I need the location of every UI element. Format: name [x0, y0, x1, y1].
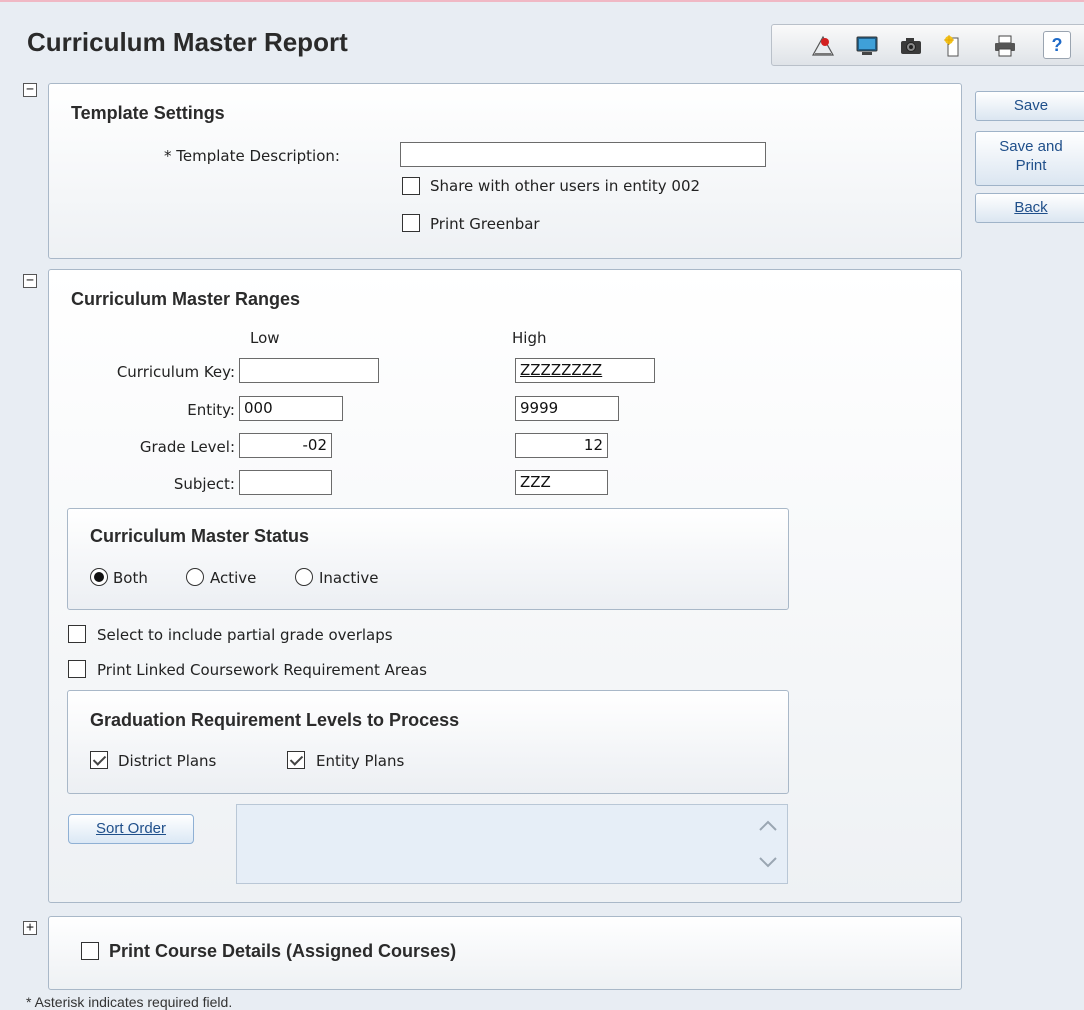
print-greenbar-label: Print Greenbar — [430, 215, 540, 233]
sort-order-list[interactable] — [236, 804, 788, 884]
template-settings-panel: Template Settings * Template Description… — [48, 83, 962, 259]
collapse-template-settings-toggle[interactable]: − — [23, 83, 37, 97]
back-button[interactable]: Back — [975, 193, 1084, 223]
share-with-users-checkbox[interactable] — [402, 177, 420, 195]
toolbar: ? — [771, 24, 1084, 66]
status-both-radio[interactable] — [90, 568, 108, 586]
partial-grade-overlaps-label: Select to include partial grade overlaps — [97, 626, 393, 644]
course-details-panel: Print Course Details (Assigned Courses) — [48, 916, 962, 990]
low-header: Low — [250, 329, 280, 347]
share-with-users-label: Share with other users in entity 002 — [430, 177, 701, 195]
subject-high-field[interactable]: ZZZ — [515, 470, 608, 495]
help-icon[interactable]: ? — [1043, 31, 1071, 59]
graduation-levels-group: Graduation Requirement Levels to Process… — [67, 690, 789, 794]
page-title: Curriculum Master Report — [27, 27, 348, 57]
camera-icon[interactable] — [898, 33, 924, 59]
top-accent-line — [0, 0, 1084, 2]
status-inactive-label: Inactive — [319, 569, 379, 587]
linked-coursework-areas-checkbox[interactable] — [68, 660, 86, 678]
entity-high-field[interactable]: 9999 — [515, 396, 619, 421]
save-and-print-line1: Save and — [999, 138, 1063, 155]
print-course-details-checkbox[interactable] — [81, 942, 99, 960]
collapse-ranges-toggle[interactable]: − — [23, 274, 37, 288]
template-description-field[interactable] — [400, 142, 766, 167]
printer-icon[interactable] — [992, 33, 1018, 59]
status-title: Curriculum Master Status — [90, 526, 310, 546]
partial-grade-overlaps-checkbox[interactable] — [68, 625, 86, 643]
entity-low-field[interactable]: 000 — [239, 396, 343, 421]
expand-course-details-toggle[interactable]: + — [23, 921, 37, 935]
template-description-label: * Template Description: — [164, 147, 340, 165]
curriculum-key-high-field[interactable]: ZZZZZZZZ — [515, 358, 655, 383]
report-viewer-icon[interactable] — [810, 33, 836, 59]
status-both-label: Both — [113, 569, 148, 587]
district-plans-checkbox[interactable] — [90, 751, 108, 769]
print-course-details-label: Print Course Details (Assigned Courses) — [109, 941, 457, 961]
subject-low-field[interactable] — [239, 470, 332, 495]
graduation-title: Graduation Requirement Levels to Process — [90, 710, 460, 730]
monitor-icon[interactable] — [854, 33, 880, 59]
scroll-down-icon[interactable] — [757, 853, 779, 871]
required-field-footnote: * Asterisk indicates required field. — [26, 994, 233, 1010]
high-header: High — [512, 329, 547, 347]
linked-coursework-areas-label: Print Linked Coursework Requirement Area… — [97, 661, 427, 679]
save-and-print-line2: Print — [1015, 157, 1047, 174]
district-plans-label: District Plans — [118, 752, 217, 770]
save-button[interactable]: Save — [975, 91, 1084, 121]
curriculum-key-low-field[interactable] — [239, 358, 379, 383]
status-active-radio[interactable] — [186, 568, 204, 586]
grade-level-low-field[interactable]: -02 — [239, 433, 332, 458]
sort-order-button[interactable]: Sort Order — [68, 814, 194, 844]
entity-plans-label: Entity Plans — [316, 752, 405, 770]
template-settings-title: Template Settings — [71, 103, 225, 123]
status-active-label: Active — [210, 569, 257, 587]
curriculum-master-status-group: Curriculum Master Status Both Active Ina… — [67, 508, 789, 610]
status-inactive-radio[interactable] — [295, 568, 313, 586]
ranges-title: Curriculum Master Ranges — [71, 289, 301, 309]
grade-level-high-field[interactable]: 12 — [515, 433, 608, 458]
print-greenbar-checkbox[interactable] — [402, 214, 420, 232]
entity-plans-checkbox[interactable] — [287, 751, 305, 769]
scroll-up-icon[interactable] — [757, 817, 779, 835]
curriculum-key-label: Curriculum Key: — [116, 363, 235, 381]
new-document-icon[interactable] — [940, 33, 966, 59]
subject-label: Subject: — [173, 475, 235, 493]
entity-label: Entity: — [187, 401, 235, 419]
save-and-print-button[interactable]: Save and Print — [975, 131, 1084, 186]
grade-level-label: Grade Level: — [139, 438, 235, 456]
